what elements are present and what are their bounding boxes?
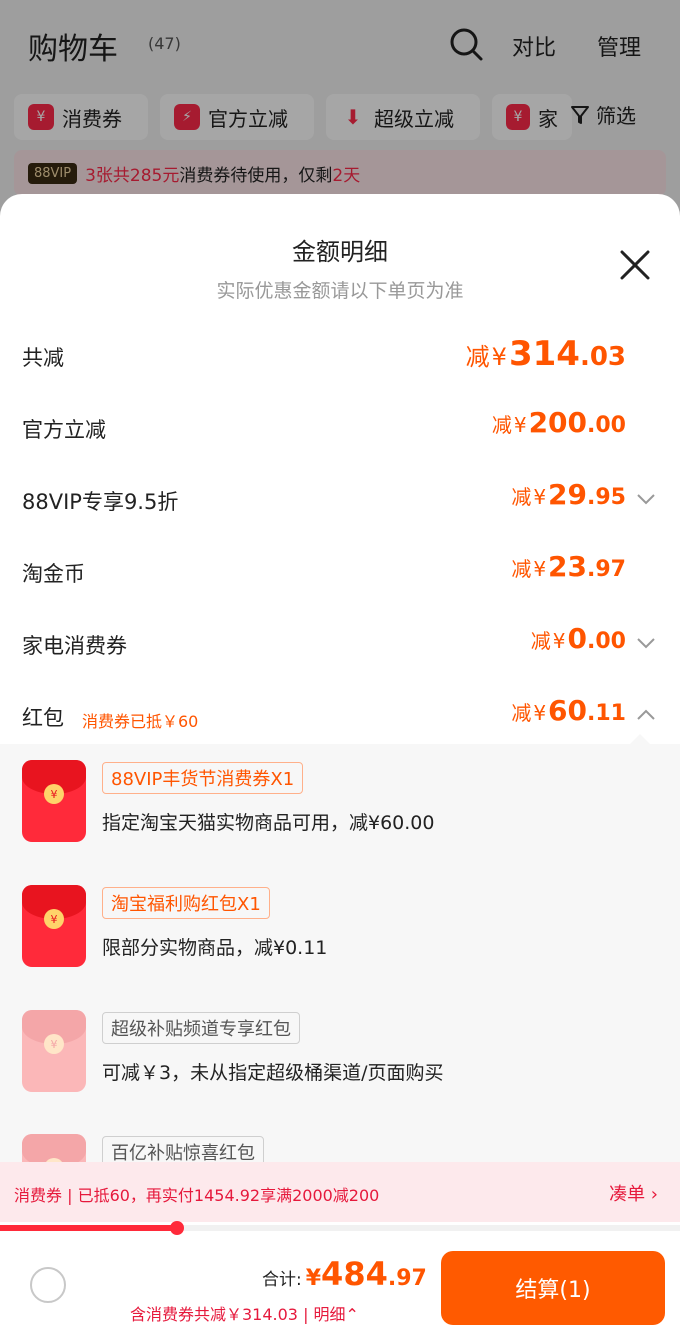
amount-prefix: 减: [511, 557, 532, 581]
amount-decimal: .00: [587, 413, 626, 438]
amount-currency: ¥: [533, 557, 547, 581]
amount-prefix: 减: [530, 629, 551, 653]
taojinbi-row: 淘金币 减 ¥ 23 .97: [0, 542, 680, 602]
row-label: 共减: [22, 346, 64, 370]
row-label: 红包: [22, 706, 64, 730]
total-label: 合计:: [262, 1270, 302, 1290]
red-envelope-icon: ¥: [22, 760, 86, 842]
amount-integer: 314: [508, 334, 580, 374]
total-integer: 484: [321, 1255, 388, 1293]
packet-tag: 超级补贴频道专享红包: [102, 1012, 300, 1044]
progress-knob: [169, 1221, 184, 1235]
amount-detail-sheet: 金额明细 实际优惠金额请以下单页为准 共减 减 ¥ 314 .03 官方立减 减…: [0, 194, 680, 1337]
row-label: 家电消费券: [22, 634, 127, 658]
amount-integer: 23: [548, 550, 588, 583]
row-label: 官方立减: [22, 418, 106, 442]
total-discount-row: 共减 减 ¥ 314 .03: [0, 326, 680, 386]
checkout-button[interactable]: 结算(1): [441, 1251, 665, 1325]
total-amount: 合计: ¥ 484 .97: [262, 1255, 427, 1293]
packet-description: 限部分实物商品，减¥0.11: [102, 937, 328, 959]
amount-decimal: .11: [587, 701, 626, 726]
row-amount: 减 ¥ 23 .97: [511, 550, 626, 583]
red-packet-row[interactable]: 红包 消费券已抵￥60 减 ¥ 60 .11: [0, 686, 680, 746]
chevron-down-icon[interactable]: [636, 636, 656, 650]
sheet-title: 金额明细: [292, 238, 388, 266]
sheet-subtitle: 实际优惠金额请以下单页为准: [216, 280, 464, 302]
chevron-up-icon[interactable]: [636, 708, 656, 722]
row-amount: 减 ¥ 200 .00: [492, 406, 626, 439]
packet-description: 指定淘宝天猫实物商品可用，减¥60.00: [102, 812, 435, 834]
total-currency: ¥: [305, 1266, 322, 1291]
amount-currency: ¥: [533, 485, 547, 509]
amount-decimal: .00: [587, 629, 626, 654]
packet-tag: 淘宝福利购红包X1: [102, 887, 270, 919]
close-icon[interactable]: [618, 248, 652, 282]
red-packet-item: ¥ 淘宝福利购红包X1 限部分实物商品，减¥0.11: [22, 885, 662, 985]
row-label: 淘金币: [22, 562, 85, 586]
savings-detail-link[interactable]: 含消费券共减￥314.03 | 明细⌃: [130, 1301, 359, 1325]
row-amount: 减 ¥ 29 .95: [511, 478, 626, 511]
amount-prefix: 减: [511, 485, 532, 509]
amount-integer: 0: [567, 622, 588, 655]
amount-decimal: .95: [587, 485, 626, 510]
chevron-down-icon[interactable]: [636, 492, 656, 506]
amount-currency: ¥: [513, 413, 527, 437]
select-all-checkbox[interactable]: [30, 1267, 66, 1303]
amount-decimal: .03: [579, 342, 626, 372]
official-discount-row: 官方立减 减 ¥ 200 .00: [0, 398, 680, 458]
amount-prefix: 减: [465, 343, 490, 371]
promo-text: 消费券 | 已抵60，再实付1454.92享满2000减200: [14, 1186, 380, 1205]
progress-fill: [0, 1225, 177, 1231]
add-items-link[interactable]: 凑单 ›: [609, 1180, 658, 1206]
red-packet-item: ¥ 88VIP丰货节消费券X1 指定淘宝天猫实物商品可用，减¥60.00: [22, 760, 662, 860]
amount-currency: ¥: [491, 343, 507, 371]
amount-integer: 29: [548, 478, 588, 511]
packet-description: 可减￥3，未从指定超级桶渠道/页面购买: [102, 1062, 444, 1084]
row-amount: 减 ¥ 314 .03: [466, 334, 626, 374]
amount-prefix: 减: [511, 701, 532, 725]
coupon-progress-bar: [0, 1221, 680, 1235]
row-label: 88VIP专享9.5折: [22, 490, 179, 514]
red-envelope-icon: ¥: [22, 885, 86, 967]
amount-currency: ¥: [533, 701, 547, 725]
total-decimal: .97: [387, 1266, 427, 1291]
amount-currency: ¥: [552, 629, 566, 653]
checkout-bar: 合计: ¥ 484 .97 含消费券共减￥314.03 | 明细⌃ 结算(1): [0, 1237, 680, 1337]
row-amount: 减 ¥ 0 .00: [531, 622, 626, 655]
amount-decimal: .97: [587, 557, 626, 582]
vip-discount-row[interactable]: 88VIP专享9.5折 减 ¥ 29 .95: [0, 470, 680, 530]
packet-tag: 88VIP丰货节消费券X1: [102, 762, 304, 794]
red-packet-list: ¥ 88VIP丰货节消费券X1 指定淘宝天猫实物商品可用，减¥60.00 ¥ 淘…: [0, 744, 680, 1216]
row-amount: 减 ¥ 60 .11: [511, 694, 626, 727]
row-sublabel: 消费券已抵￥60: [82, 712, 199, 731]
appliance-coupon-row[interactable]: 家电消费券 减 ¥ 0 .00: [0, 614, 680, 674]
amount-prefix: 减: [491, 413, 512, 437]
coupon-promo-bar[interactable]: 消费券 | 已抵60，再实付1454.92享满2000减200 凑单 ›: [0, 1162, 680, 1222]
red-envelope-icon: ¥: [22, 1010, 86, 1092]
panel-pointer: [630, 734, 650, 744]
amount-integer: 200: [528, 406, 588, 439]
red-packet-item: ¥ 超级补贴频道专享红包 可减￥3，未从指定超级桶渠道/页面购买: [22, 1010, 662, 1110]
amount-integer: 60: [548, 694, 588, 727]
